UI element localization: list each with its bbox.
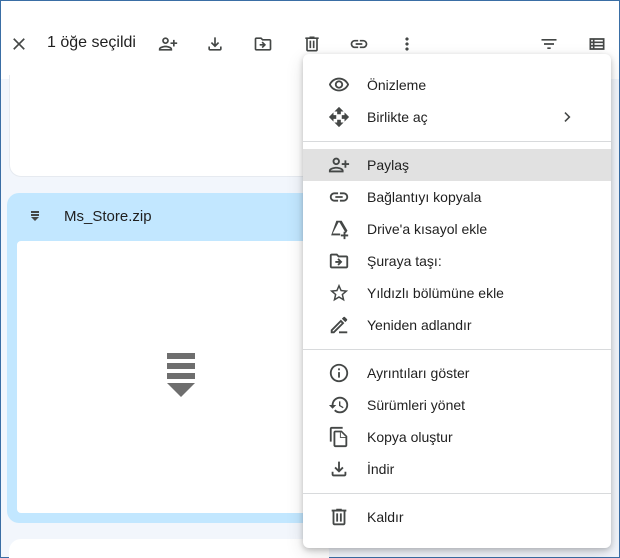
rename-pencil-icon [328, 314, 350, 336]
add-person-icon [158, 37, 178, 51]
history-icon [328, 394, 350, 416]
menu-divider [303, 493, 611, 494]
move-button[interactable] [250, 31, 276, 57]
menu-item-label: İndir [367, 461, 395, 477]
menu-item-make-copy[interactable]: Kopya oluştur [303, 421, 611, 453]
menu-item-label: Yıldızlı bölümüne ekle [367, 285, 504, 301]
menu-item-label: Sürümleri yönet [367, 397, 466, 413]
menu-item-label: Paylaş [367, 157, 410, 173]
menu-item-move[interactable]: Şuraya taşı: [303, 245, 611, 277]
star-icon [328, 282, 350, 304]
download-icon [328, 458, 350, 480]
file-preview [17, 241, 317, 513]
download-icon [208, 37, 222, 51]
link-icon [350, 39, 368, 49]
copy-icon [328, 426, 350, 448]
add-person-icon [328, 154, 350, 176]
menu-item-versions[interactable]: Sürümleri yönet [303, 389, 611, 421]
trash-icon [305, 36, 319, 52]
menu-item-rename[interactable]: Yeniden adlandır [303, 309, 611, 341]
drive-shortcut-icon [328, 218, 350, 240]
context-menu: Önizleme Birlikte aç Paylaş Bağlantıyı k… [303, 54, 611, 548]
zip-icon [167, 353, 195, 397]
trash-icon [328, 506, 350, 528]
file-card-preview [18, 75, 328, 168]
share-button[interactable] [155, 31, 181, 57]
menu-item-label: Yeniden adlandır [367, 317, 472, 333]
menu-item-label: Kopya oluştur [367, 429, 453, 445]
move-to-folder-icon [328, 250, 350, 272]
menu-item-download[interactable]: İndir [303, 453, 611, 485]
menu-item-label: Birlikte aç [367, 109, 428, 125]
file-card[interactable] [9, 75, 329, 177]
open-with-icon [328, 106, 350, 128]
zip-icon [31, 211, 39, 221]
menu-item-label: Drive'a kısayol ekle [367, 221, 488, 237]
download-button[interactable] [202, 31, 228, 57]
file-card-header: Ms_Store.zip [7, 193, 327, 241]
file-card[interactable] [9, 539, 329, 558]
menu-item-label: Ayrıntıları göster [367, 365, 470, 381]
info-icon [328, 362, 350, 384]
menu-item-label: Önizleme [367, 77, 427, 93]
move-to-folder-icon [254, 37, 272, 51]
menu-item-remove[interactable]: Kaldır [303, 501, 611, 533]
menu-item-label: Bağlantıyı kopyala [367, 189, 482, 205]
close-selection-button[interactable] [6, 31, 32, 57]
menu-item-share[interactable]: Paylaş [303, 149, 611, 181]
close-icon [13, 38, 25, 50]
chevron-right-icon [561, 109, 575, 125]
menu-item-preview[interactable]: Önizleme [303, 69, 611, 101]
menu-item-copy-link[interactable]: Bağlantıyı kopyala [303, 181, 611, 213]
menu-divider [303, 349, 611, 350]
link-icon [328, 186, 350, 208]
selected-file-card[interactable]: Ms_Store.zip [7, 193, 327, 523]
menu-item-open-with[interactable]: Birlikte aç [303, 101, 611, 133]
eye-icon [328, 74, 350, 96]
menu-item-add-shortcut[interactable]: Drive'a kısayol ekle [303, 213, 611, 245]
menu-item-label: Kaldır [367, 509, 404, 525]
list-view-icon [589, 38, 605, 50]
selection-count: 1 öğe seçildi [47, 34, 136, 51]
filter-icon [541, 39, 557, 49]
menu-divider [303, 141, 611, 142]
menu-item-label: Şuraya taşı: [367, 253, 442, 269]
file-name: Ms_Store.zip [64, 208, 152, 225]
more-vert-icon [405, 37, 409, 51]
menu-item-star[interactable]: Yıldızlı bölümüne ekle [303, 277, 611, 309]
menu-item-details[interactable]: Ayrıntıları göster [303, 357, 611, 389]
